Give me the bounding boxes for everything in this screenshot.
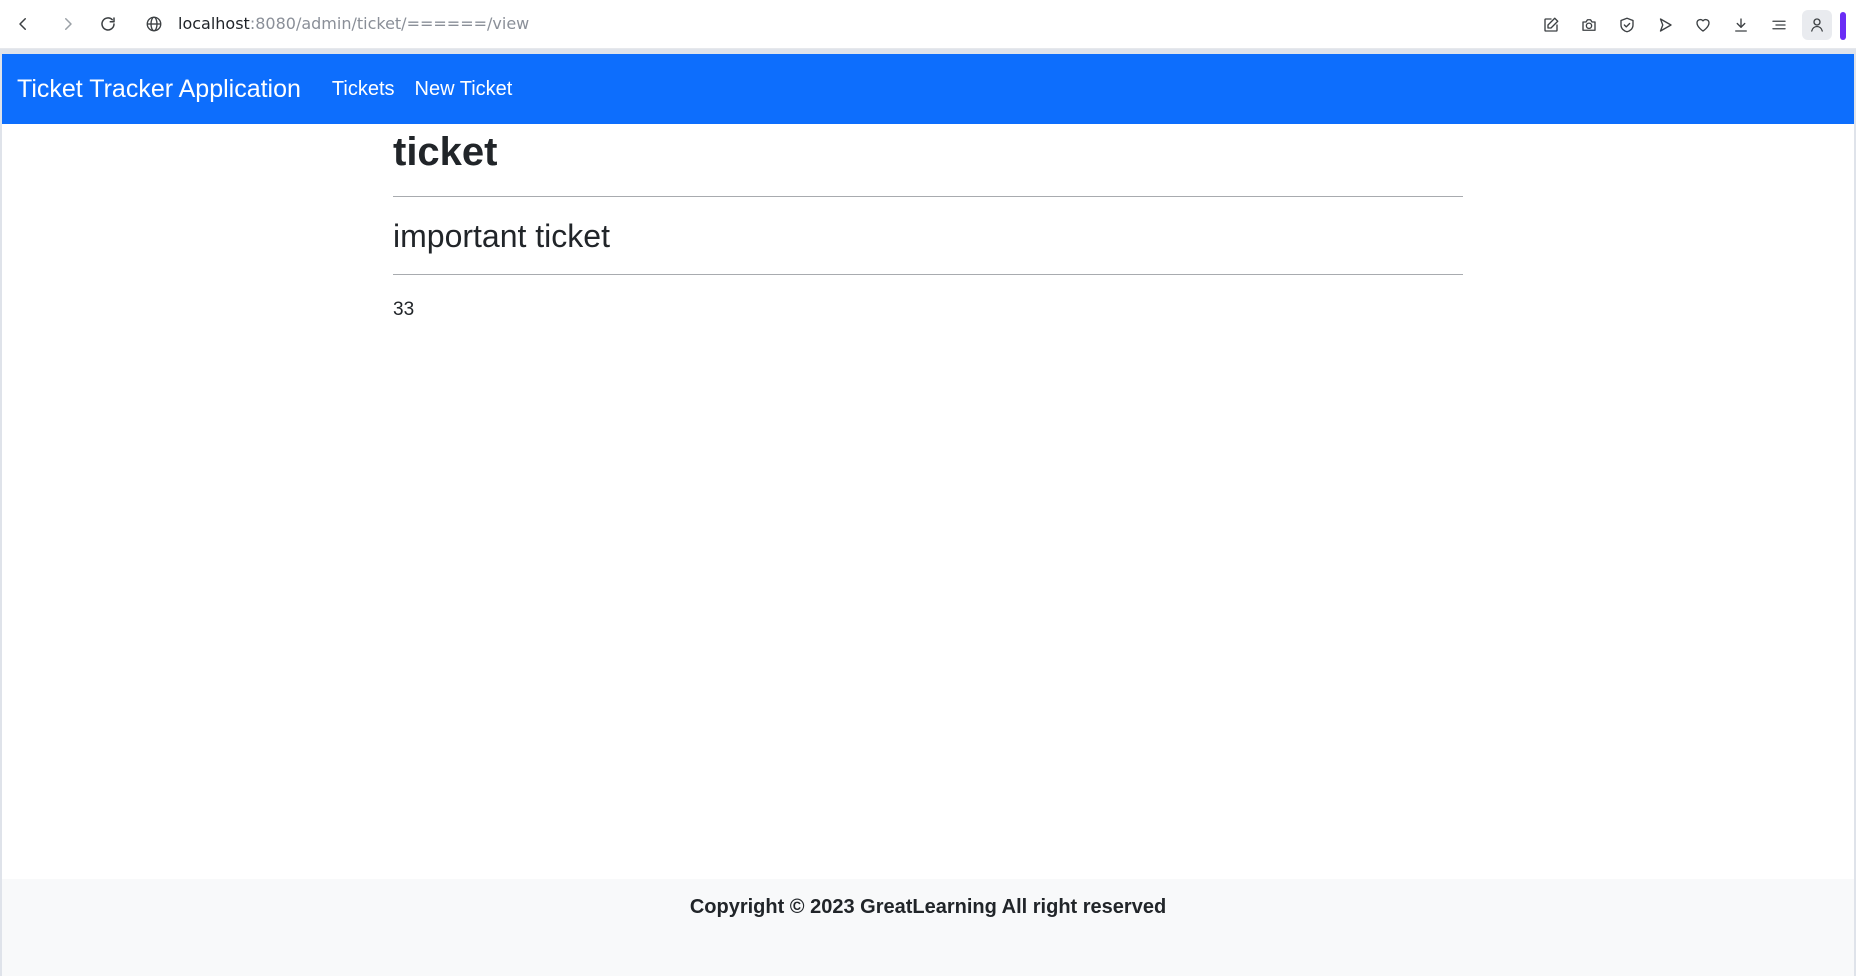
downloads-button[interactable] <box>1726 10 1756 40</box>
forward-icon <box>65 18 72 30</box>
back-icon <box>19 18 26 30</box>
page-viewport: Ticket Tracker Application Tickets New T… <box>2 54 1854 976</box>
profile-icon <box>1811 18 1823 32</box>
favorite-button[interactable] <box>1688 10 1718 40</box>
camera-icon <box>1582 19 1596 31</box>
screenshot-button[interactable] <box>1574 10 1604 40</box>
ticket-view: ticket important ticket 33 <box>393 124 1463 321</box>
sidebar-toggle[interactable] <box>1840 12 1846 40</box>
ticket-content: 33 <box>393 299 415 320</box>
download-icon <box>1735 18 1747 32</box>
reload-icon <box>101 17 115 31</box>
navbar-brand[interactable]: Ticket Tracker Application <box>17 75 301 104</box>
browser-toolbar: localhost:8080/admin/ticket/======/view <box>0 0 1856 49</box>
send-icon <box>1659 18 1672 32</box>
forward-button[interactable] <box>54 10 82 38</box>
nav-link-new-ticket[interactable]: New Ticket <box>415 78 513 101</box>
shield-button[interactable] <box>1612 10 1642 40</box>
ticket-short-description: important ticket <box>393 218 610 254</box>
nav-link-tickets[interactable]: Tickets <box>332 78 395 101</box>
reload-button[interactable] <box>94 10 122 38</box>
shield-check-icon <box>1620 17 1634 33</box>
url-host: localhost <box>178 14 250 33</box>
menu-icon <box>1772 20 1786 30</box>
edit-button[interactable] <box>1536 10 1566 40</box>
footer: Copyright © 2023 GreatLearning All right… <box>2 879 1854 976</box>
site-info-button[interactable] <box>142 12 166 36</box>
app-navbar: Ticket Tracker Application Tickets New T… <box>2 54 1854 124</box>
profile-button[interactable] <box>1802 10 1832 40</box>
back-button[interactable] <box>9 10 37 38</box>
send-button[interactable] <box>1650 10 1680 40</box>
edit-icon <box>1544 17 1559 32</box>
footer-copyright: Copyright © 2023 GreatLearning All right… <box>689 896 1167 918</box>
globe-icon <box>146 16 162 32</box>
address-bar[interactable]: localhost:8080/admin/ticket/======/view <box>178 12 529 36</box>
url-path: :8080/admin/ticket/======/view <box>249 14 530 33</box>
browser-extensions <box>1536 10 1832 40</box>
menu-button[interactable] <box>1764 10 1794 40</box>
heart-icon <box>1696 18 1710 32</box>
ticket-title: ticket <box>393 130 498 174</box>
